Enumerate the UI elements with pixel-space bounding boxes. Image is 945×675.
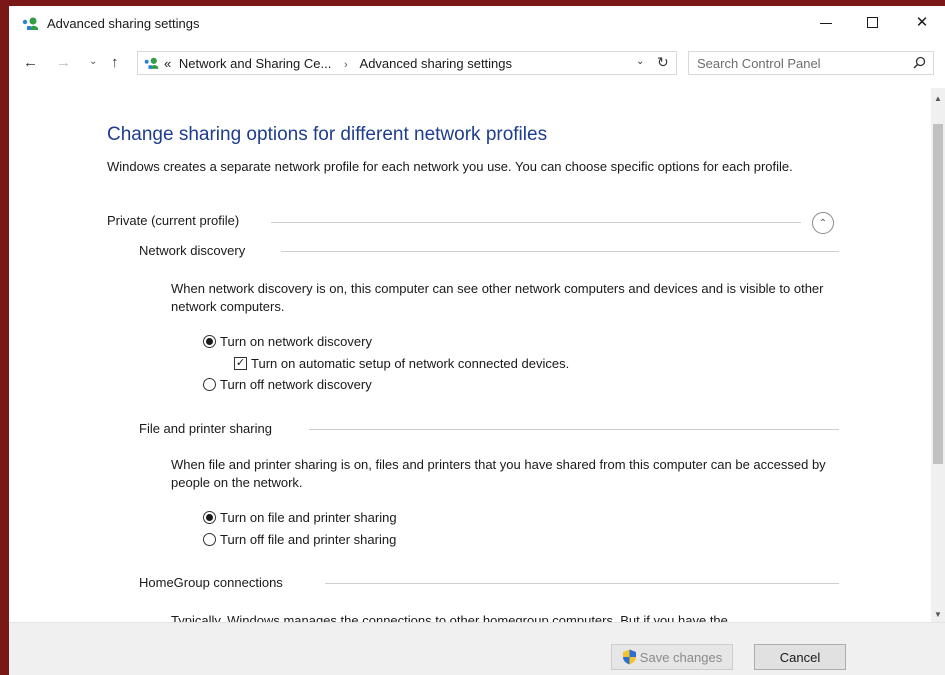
dialog-footer: Save changes Cancel	[9, 622, 945, 675]
network-discovery-divider	[281, 251, 839, 252]
save-changes-label: Save changes	[639, 649, 723, 665]
file-printer-on-label[interactable]: Turn on file and printer sharing	[220, 510, 397, 525]
minimize-button[interactable]	[803, 6, 849, 38]
network-discovery-on-radio[interactable]	[203, 335, 216, 348]
network-discovery-off-radio[interactable]	[203, 378, 216, 391]
file-printer-on-radio[interactable]	[203, 511, 216, 524]
cancel-label: Cancel	[779, 649, 821, 665]
settings-content: Change sharing options for different net…	[9, 88, 931, 622]
refresh-icon[interactable]: ↻	[657, 54, 669, 71]
homegroup-description: Typically, Windows manages the connectio…	[171, 613, 728, 622]
file-printer-off-option[interactable]: Turn off file and printer sharing	[203, 532, 396, 547]
intro-text: Windows creates a separate network profi…	[107, 159, 793, 174]
minimize-icon	[820, 22, 832, 24]
auto-setup-label[interactable]: Turn on automatic setup of network conne…	[251, 356, 569, 371]
file-printer-sharing-description: When file and printer sharing is on, fil…	[171, 457, 826, 490]
breadcrumb-separator[interactable]: ›	[344, 59, 348, 71]
file-printer-off-label[interactable]: Turn off file and printer sharing	[220, 532, 396, 547]
back-arrow-icon[interactable]: ←	[23, 54, 38, 71]
breadcrumb-advanced-sharing[interactable]: Advanced sharing settings	[360, 56, 512, 71]
search-placeholder: Search Control Panel	[697, 56, 821, 71]
network-discovery-off-label[interactable]: Turn off network discovery	[220, 377, 372, 392]
navigation-bar: ← → ⌄ ↑ « Network and Sharing Ce... › Ad…	[9, 46, 945, 78]
network-sharing-icon	[144, 57, 159, 69]
cancel-button[interactable]: Cancel	[754, 644, 846, 670]
recent-locations-chevron-icon[interactable]: ⌄	[89, 56, 97, 67]
search-input[interactable]: Search Control Panel	[688, 51, 934, 75]
collapse-chevron-icon[interactable]: ⌃	[812, 212, 834, 234]
vertical-scrollbar[interactable]: ▲ ▼	[931, 88, 945, 622]
network-discovery-title: Network discovery	[139, 243, 254, 258]
homegroup-divider	[325, 583, 839, 584]
network-discovery-description: When network discovery is on, this compu…	[171, 281, 824, 314]
network-discovery-on-label[interactable]: Turn on network discovery	[220, 334, 372, 349]
page-title: Change sharing options for different net…	[107, 124, 548, 145]
file-printer-off-radio[interactable]	[203, 533, 216, 546]
up-arrow-icon[interactable]: ↑	[111, 54, 119, 71]
advanced-sharing-window: Advanced sharing settings ✕ ← → ⌄ ↑ « Ne…	[9, 6, 945, 675]
save-changes-button[interactable]: Save changes	[611, 644, 733, 670]
close-button[interactable]: ✕	[899, 6, 945, 38]
breadcrumb-overflow[interactable]: «	[164, 56, 171, 71]
profile-label: Private (current profile)	[107, 213, 246, 228]
forward-arrow-icon[interactable]: →	[56, 54, 71, 71]
breadcrumb-network-sharing-center[interactable]: Network and Sharing Ce...	[179, 56, 331, 71]
close-icon: ✕	[915, 14, 929, 31]
maximize-icon	[866, 16, 878, 28]
scroll-down-arrow-icon[interactable]: ▼	[934, 610, 942, 619]
address-bar[interactable]: « Network and Sharing Ce... › Advanced s…	[137, 51, 677, 75]
scrollbar-thumb[interactable]	[933, 124, 943, 464]
maximize-button[interactable]	[849, 6, 895, 38]
file-printer-on-option[interactable]: Turn on file and printer sharing	[203, 510, 397, 525]
network-discovery-off-option[interactable]: Turn off network discovery	[203, 377, 372, 392]
network-discovery-on-option[interactable]: Turn on network discovery	[203, 334, 372, 349]
network-sharing-icon	[22, 17, 38, 30]
title-bar: Advanced sharing settings ✕	[9, 6, 945, 40]
file-printer-divider	[309, 429, 839, 430]
search-icon[interactable]	[913, 56, 926, 69]
profile-header[interactable]: Private (current profile) ⌃	[107, 212, 837, 234]
scroll-up-arrow-icon[interactable]: ▲	[934, 94, 942, 103]
auto-setup-checkbox[interactable]: ✓	[234, 357, 247, 370]
auto-setup-option[interactable]: ✓ Turn on automatic setup of network con…	[234, 356, 569, 371]
homegroup-connections-title: HomeGroup connections	[139, 575, 291, 590]
window-title: Advanced sharing settings	[47, 16, 200, 31]
profile-divider	[271, 222, 801, 223]
file-printer-sharing-title: File and printer sharing	[139, 421, 280, 436]
address-dropdown-icon[interactable]: ⌄	[636, 56, 644, 67]
uac-shield-icon	[622, 649, 636, 665]
breadcrumb: « Network and Sharing Ce... › Advanced s…	[164, 56, 512, 71]
